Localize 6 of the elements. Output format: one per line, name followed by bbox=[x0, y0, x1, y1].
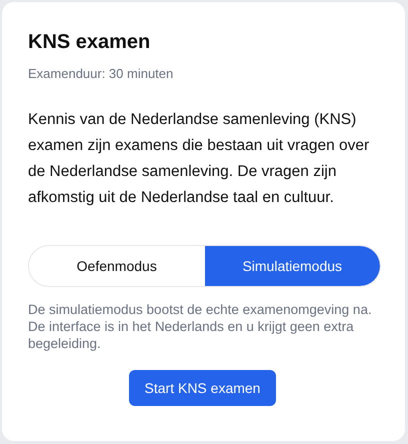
card-title: KNS examen bbox=[28, 30, 152, 54]
mode-tab[interactable]: Simulatiemodus bbox=[204, 246, 380, 286]
start-exam-button[interactable]: Start KNS examen bbox=[128, 370, 276, 406]
exam-duration: Examenduur: 30 minuten bbox=[28, 66, 174, 82]
exam-description: Kennis van de Nederlandse samenleving (KNS) examen zijn examens die bestaan uit vragen over de Nederlandse samenleving. De vragen zijn afkomstig uit de Nederlandse taal en cultuur. bbox=[28, 110, 370, 208]
mode-description: De simulatiemodus bootst de echte examenomgeving na. De interface is in het Nederlands en u krijgt geen extra begeleiding. bbox=[28, 301, 373, 352]
